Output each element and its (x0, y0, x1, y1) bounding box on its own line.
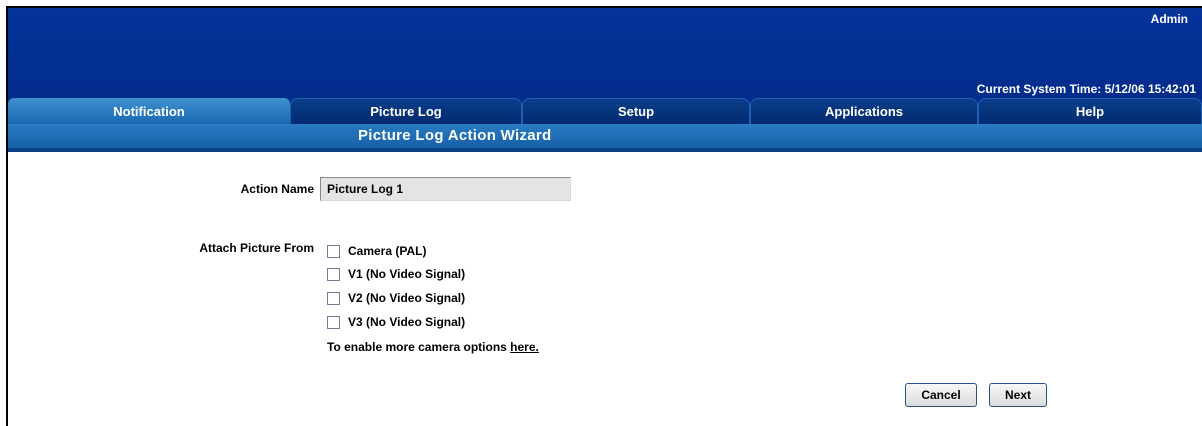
tab-help[interactable]: Help (978, 98, 1202, 124)
next-button[interactable]: Next (989, 383, 1047, 407)
enable-camera-link[interactable]: here. (510, 340, 539, 354)
tab-applications[interactable]: Applications (750, 98, 978, 124)
tab-label: Picture Log (370, 104, 442, 119)
checkbox[interactable] (327, 315, 340, 329)
tab-label: Notification (113, 103, 185, 119)
checkbox-label: V1 (No Video Signal) (348, 267, 466, 281)
enable-hint-text: To enable more camera options (327, 340, 511, 354)
checkbox[interactable] (327, 291, 340, 305)
tab-setup[interactable]: Setup (522, 98, 750, 124)
enable-camera-hint: To enable more camera options here. (327, 340, 539, 354)
source-option-camera[interactable]: Camera (PAL) (327, 242, 426, 260)
header-banner: Admin Current System Time: 5/12/06 15:42… (8, 8, 1202, 98)
wizard-title-bar: Picture Log Action Wizard (8, 124, 1202, 148)
checkbox-label: V3 (No Video Signal) (348, 315, 466, 329)
source-option-v1[interactable]: V1 (No Video Signal) (327, 265, 465, 283)
tab-notification[interactable]: Notification (8, 98, 290, 124)
tab-label: Setup (617, 104, 655, 119)
user-name[interactable]: Admin (1151, 12, 1188, 26)
source-option-v2[interactable]: V2 (No Video Signal) (327, 289, 465, 307)
tab-bar: Notification Picture Log Setup Applicati… (8, 98, 1202, 124)
tab-picture-log[interactable]: Picture Log (290, 98, 522, 124)
checkbox-label: Camera (PAL) (348, 244, 427, 258)
cancel-button[interactable]: Cancel (905, 383, 977, 407)
attach-picture-label: Attach Picture From (199, 241, 314, 255)
wizard-title: Picture Log Action Wizard (358, 127, 552, 144)
checkbox-label: V2 (No Video Signal) (348, 291, 466, 305)
checkbox[interactable] (327, 244, 340, 258)
tab-label: Applications (824, 104, 903, 119)
checkbox[interactable] (327, 267, 340, 281)
wizard-divider (8, 148, 1202, 152)
action-name-input[interactable] (320, 177, 571, 201)
action-name-label: Action Name (240, 182, 314, 196)
system-time: Current System Time: 5/12/06 15:42:01 (976, 82, 1196, 96)
tab-label: Help (1075, 104, 1105, 119)
source-option-v3[interactable]: V3 (No Video Signal) (327, 313, 465, 331)
